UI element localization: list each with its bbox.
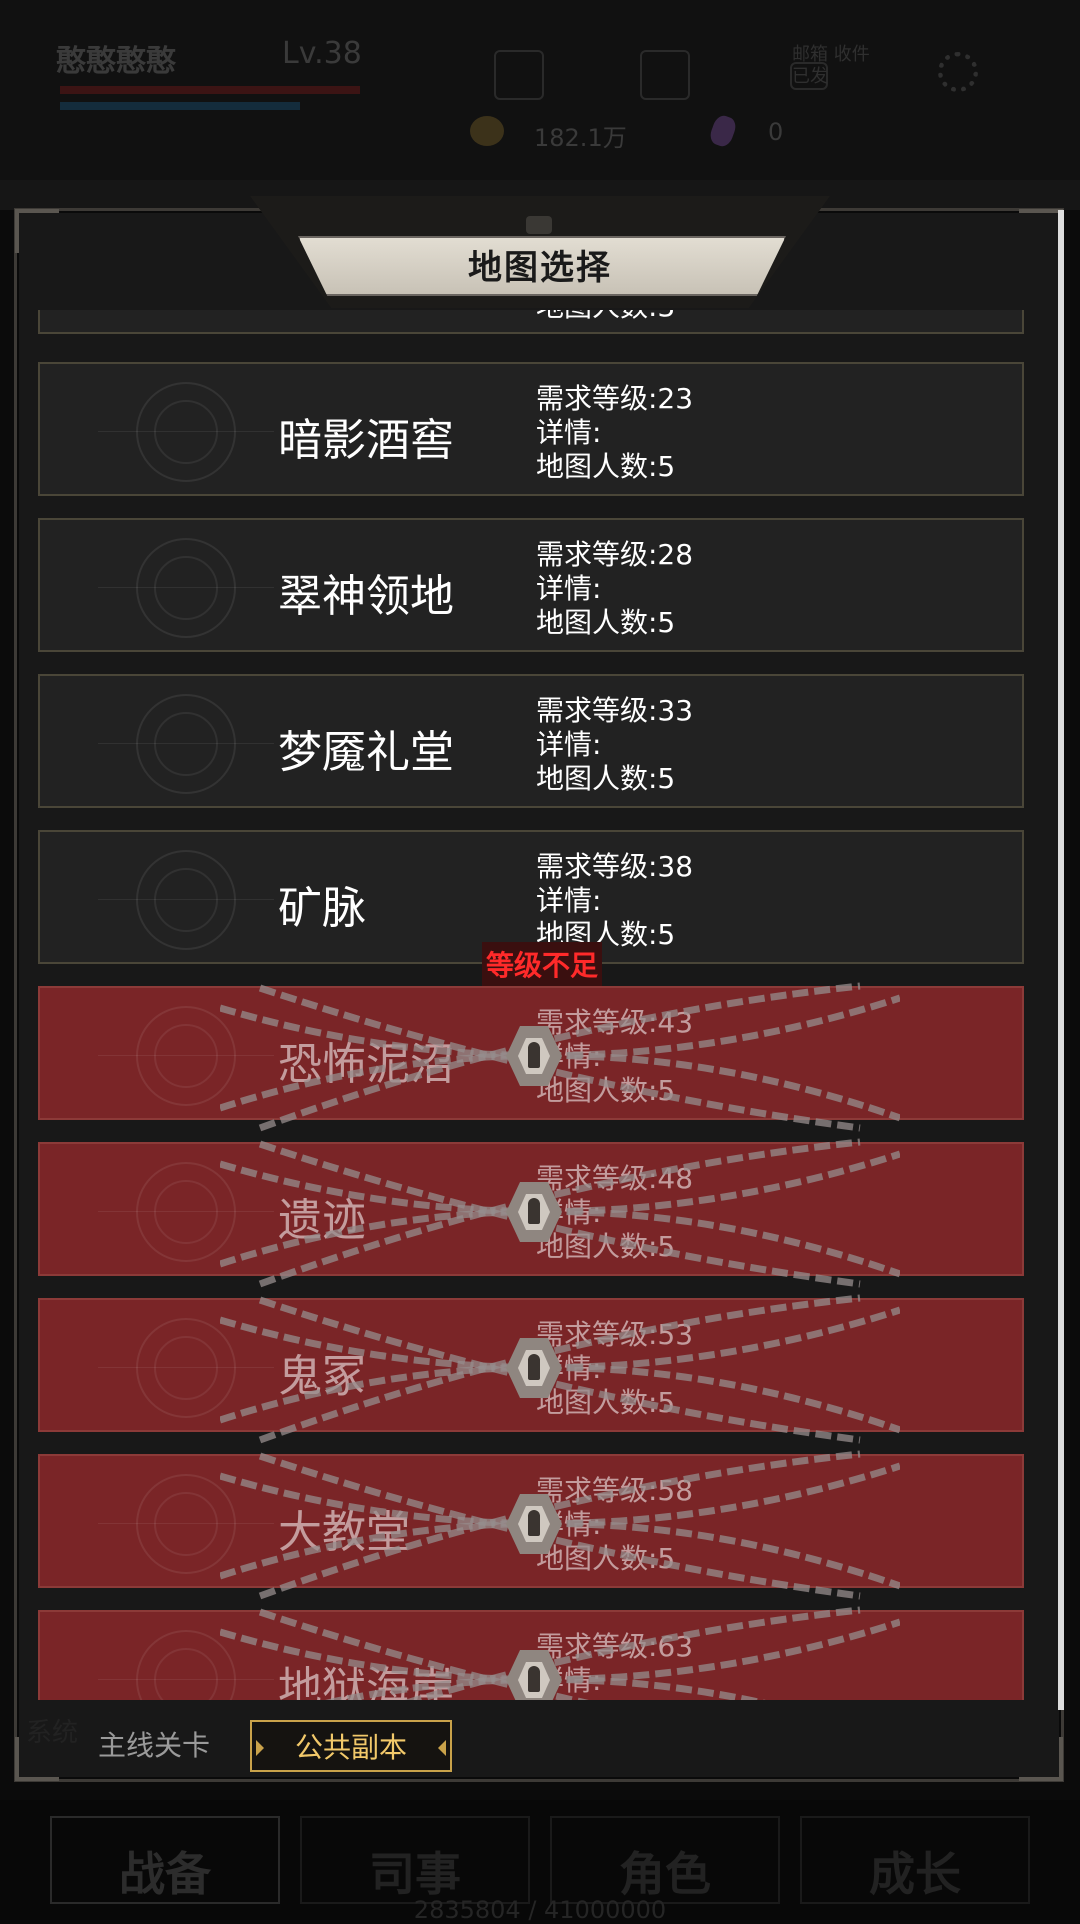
map-req: 需求等级:53 xyxy=(536,1318,694,1351)
tab-bar: 主线关卡 公共副本 xyxy=(14,1712,1064,1782)
map-card[interactable]: 梦魇礼堂 需求等级:33 详情: 地图人数:5 xyxy=(38,674,1024,808)
gem-icon xyxy=(707,113,739,149)
nav-label: 角色 xyxy=(619,1847,711,1901)
map-info: 需求等级:23 详情: 地图人数:5 xyxy=(536,382,693,484)
map-req: 需求等级:48 xyxy=(536,1162,694,1195)
coin-count: 182.1万 xyxy=(534,124,627,152)
title-ornament xyxy=(526,216,552,234)
map-name: 遗迹 xyxy=(278,1195,366,1246)
map-name: 暗影酒窖 xyxy=(278,415,454,466)
map-detail: 详情: xyxy=(536,884,602,917)
gem-count: 0 xyxy=(768,118,784,146)
map-emblem-icon xyxy=(98,694,274,794)
map-name: 矿脉 xyxy=(278,883,366,934)
map-emblem-icon xyxy=(98,538,274,638)
tab-public-dungeon[interactable]: 公共副本 xyxy=(250,1720,452,1772)
map-emblem-icon xyxy=(98,1630,274,1700)
map-name: 翠神领地 xyxy=(278,571,454,622)
map-card-locked[interactable]: 鬼冢 需求等级:53 详情: 地图人数:5 xyxy=(38,1294,1024,1444)
map-req: 需求等级:28 xyxy=(536,538,694,571)
map-emblem-icon xyxy=(98,1162,274,1262)
map-emblem-icon xyxy=(98,1006,274,1106)
nav-affairs[interactable]: 司事 xyxy=(300,1816,530,1904)
map-card[interactable]: 暗影酒窖 需求等级:23 详情: 地图人数:5 xyxy=(38,362,1024,496)
map-emblem-icon xyxy=(98,1474,274,1574)
map-emblem-icon xyxy=(98,1318,274,1418)
calendar-icon[interactable] xyxy=(640,50,690,100)
player-level: Lv.38 xyxy=(282,36,362,71)
nav-label: 成长 xyxy=(869,1847,961,1901)
map-req: 需求等级:38 xyxy=(536,850,694,883)
map-name: 梦魇礼堂 xyxy=(278,727,454,778)
keyhole-icon xyxy=(528,1042,540,1068)
keyhole-icon xyxy=(528,1510,540,1536)
map-players: 地图人数:5 xyxy=(536,1230,676,1263)
map-req: 需求等级:63 xyxy=(536,1630,694,1663)
frame-corner xyxy=(1019,209,1063,253)
map-card[interactable]: 翠神领地 需求等级:28 详情: 地图人数:5 xyxy=(38,518,1024,652)
map-req: 需求等级:33 xyxy=(536,694,694,727)
nav-battle-prep[interactable]: 战备 xyxy=(50,1816,280,1904)
map-req: 需求等级:43 xyxy=(536,1006,694,1039)
map-emblem-icon xyxy=(98,382,274,482)
map-card-locked[interactable]: 遗迹 需求等级:48 详情: 地图人数:5 xyxy=(38,1138,1024,1288)
map-name: 恐怖泥沼 xyxy=(278,1039,454,1090)
map-players: 地图人数:5 xyxy=(536,1698,693,1700)
top-hud: 憨憨憨憨 Lv.38 邮箱 收件 已发 182.1万 0 xyxy=(0,0,1080,200)
keyhole-icon xyxy=(528,1354,540,1380)
map-players: 地图人数:5 xyxy=(536,1074,676,1107)
status-bars xyxy=(60,86,370,132)
keyhole-icon xyxy=(528,1666,540,1692)
map-players: 地图人数:5 xyxy=(536,1542,676,1575)
map-name: 地狱海岸 xyxy=(278,1663,454,1700)
dialog-title: 地图选择 xyxy=(468,248,612,288)
map-players: 地图人数:5 xyxy=(536,606,676,639)
map-players: 地图人数:5 xyxy=(536,1386,676,1419)
frame-corner xyxy=(15,209,59,253)
map-name: 鬼冢 xyxy=(278,1351,366,1402)
coin-icon xyxy=(470,116,504,146)
tab-main-stage[interactable]: 主线关卡 xyxy=(64,1720,244,1772)
map-detail: 详情: xyxy=(536,728,602,761)
map-card-partial[interactable]: 地图人数:3 xyxy=(38,310,1024,334)
map-card-locked[interactable]: 地狱海岸 需求等级:63详情:地图人数:5 xyxy=(38,1606,1024,1700)
map-info: 需求等级:33 详情: 地图人数:5 xyxy=(536,694,693,796)
map-detail: 详情: xyxy=(536,416,602,449)
map-info: 需求等级:28 详情: 地图人数:5 xyxy=(536,538,693,640)
level-insufficient-label: 等级不足 xyxy=(482,942,603,986)
map-players: 地图人数:5 xyxy=(536,762,676,795)
map-card-locked[interactable]: 恐怖泥沼 需求等级:43 详情: 地图人数:5 xyxy=(38,982,1024,1132)
map-info: 需求等级:38 详情: 地图人数:5 xyxy=(536,850,693,952)
map-info: 需求等级:63详情:地图人数:5 xyxy=(536,1630,693,1700)
nav-label: 战备 xyxy=(119,1847,211,1901)
quest-icon[interactable] xyxy=(494,50,544,100)
list-scrollbar[interactable] xyxy=(1058,210,1064,1710)
player-name: 憨憨憨憨 xyxy=(56,44,176,79)
keyhole-icon xyxy=(528,1198,540,1224)
map-players: 地图人数:3 xyxy=(536,310,675,324)
map-req: 需求等级:23 xyxy=(536,382,694,415)
map-name: 大教堂 xyxy=(278,1507,410,1558)
nav-character[interactable]: 角色 xyxy=(550,1816,780,1904)
map-detail: 详情: xyxy=(536,572,602,605)
map-list[interactable]: 地图人数:3 暗影酒窖需求等级:23详情:地图人数:5翠神领地需求等级:28详情… xyxy=(36,310,1030,1700)
map-card-locked[interactable]: 大教堂 需求等级:58 详情: 地图人数:5 xyxy=(38,1450,1024,1600)
nav-growth[interactable]: 成长 xyxy=(800,1816,1030,1904)
nav-label: 司事 xyxy=(369,1847,461,1901)
mail-label: 邮箱 收件 已发 xyxy=(792,44,870,87)
map-emblem-icon xyxy=(98,850,274,950)
gear-icon[interactable] xyxy=(938,52,978,92)
map-players: 地图人数:5 xyxy=(536,450,676,483)
map-req: 需求等级:58 xyxy=(536,1474,694,1507)
